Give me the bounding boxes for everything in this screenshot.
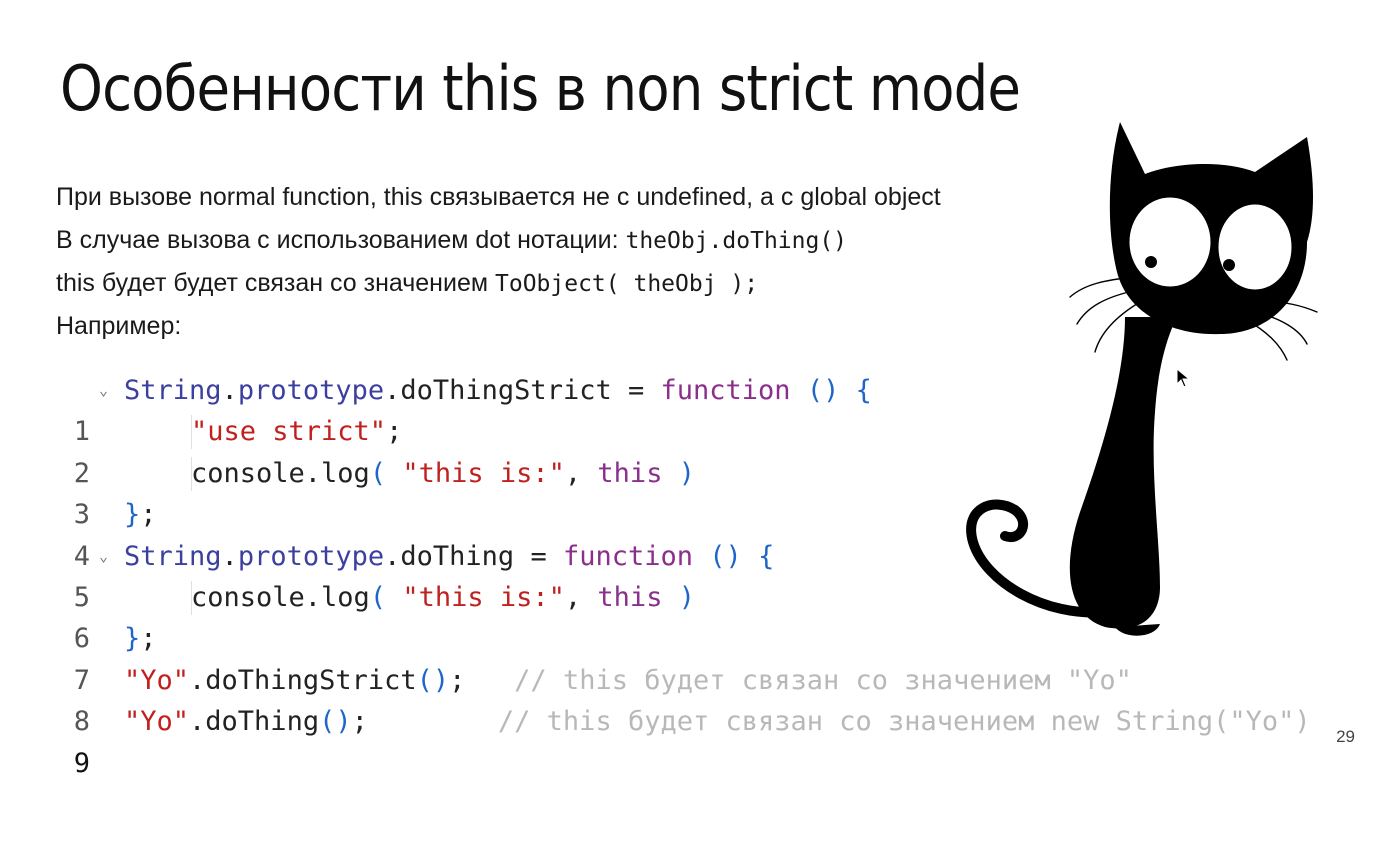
code-token: () xyxy=(806,375,840,406)
code-token: . xyxy=(384,375,401,406)
code-token: "Yo" xyxy=(124,664,190,696)
code-token: function xyxy=(562,540,694,572)
code-comment: // this будет связан со значением "Yo" xyxy=(514,664,1132,696)
code-token: , xyxy=(564,581,598,613)
code-token: this xyxy=(597,581,663,613)
code-token: { xyxy=(758,540,775,572)
code-token: "use strict" xyxy=(191,416,387,448)
page-number: 29 xyxy=(1336,727,1355,746)
line-number: 9 xyxy=(73,747,90,779)
code-line: 6 console.log( "this is:", this ) xyxy=(66,577,695,654)
code-text: String.prototype.doThing = function () { xyxy=(124,536,774,577)
explanation-text: При вызове normal function, this связыва… xyxy=(56,176,941,348)
code-token: () xyxy=(319,706,352,738)
code-token: String xyxy=(124,375,222,406)
code-line: 4 }; xyxy=(66,494,157,571)
text-line-4: Например: xyxy=(56,312,182,340)
code-line: 9 "Yo".doThing(); // this будет связан с… xyxy=(66,701,1311,778)
code-line: 8 "Yo".doThingStrict(); // this будет св… xyxy=(66,660,1132,737)
code-text: String.prototype.doThingStrict = functio… xyxy=(124,370,872,411)
code-line: 7 }; xyxy=(66,618,157,695)
code-token: prototype xyxy=(237,375,385,406)
code-token: ( xyxy=(369,457,387,489)
code-token: , xyxy=(564,457,598,489)
code-token: ) xyxy=(678,457,695,489)
code-token: () xyxy=(709,540,742,572)
code-text: console.log( "this is:", this ) xyxy=(191,577,695,618)
code-line: 2 "use strict"; xyxy=(66,411,402,489)
text-line-2: В случае вызова с использованием dot нот… xyxy=(56,219,941,262)
code-line: 5 ⌄ String.prototype.doThing = function … xyxy=(66,536,775,613)
text-line-2-prefix: В случае вызова с использованием dot нот… xyxy=(56,226,626,254)
code-token: function xyxy=(660,375,791,406)
code-token: } xyxy=(124,623,141,655)
text-line-3: this будет будет связан со значением ToO… xyxy=(56,262,941,305)
code-token: this xyxy=(597,457,663,489)
cat-illustration xyxy=(966,122,1318,636)
inline-code-toobject: ToObject( theObj ); xyxy=(495,271,759,297)
code-token: ; xyxy=(140,623,157,655)
code-editor: 1 ⌄ String.prototype.doThingStrict = fun… xyxy=(66,370,1311,779)
code-text: "Yo".doThingStrict(); // this будет связ… xyxy=(124,660,1132,701)
mouse-cursor-icon xyxy=(1176,368,1190,388)
code-text: console.log( "this is:", this ) xyxy=(191,453,695,494)
text-line-1: При вызове normal function, this связыва… xyxy=(56,183,941,211)
code-token: = xyxy=(611,375,661,406)
code-token: { xyxy=(855,375,872,406)
inline-code-dot-call: theObj.doThing() xyxy=(625,228,848,254)
code-token: "this is:" xyxy=(402,581,565,613)
fold-chevron-icon[interactable]: ⌄ xyxy=(99,370,108,411)
code-token: } xyxy=(124,499,141,531)
code-token: ( xyxy=(369,581,387,613)
code-comment: // this будет связан со значением new St… xyxy=(497,706,1311,738)
code-line: 3 console.log( "this is:", this ) xyxy=(66,453,695,530)
code-text: "Yo".doThing(); // this будет связан со … xyxy=(124,701,1311,742)
code-token: () xyxy=(416,664,450,696)
code-token: doThing xyxy=(400,540,515,572)
code-text: }; xyxy=(124,494,157,535)
code-token: ) xyxy=(678,581,695,613)
code-line: 1 ⌄ String.prototype.doThingStrict = fun… xyxy=(66,370,872,447)
code-token: "Yo" xyxy=(124,706,190,738)
code-text: }; xyxy=(124,618,157,659)
code-token: console.log xyxy=(191,457,370,489)
code-token: String xyxy=(124,540,222,572)
code-text: "use strict"; xyxy=(191,411,402,452)
code-token: ; xyxy=(351,706,368,738)
code-token: doThingStrict xyxy=(400,375,612,406)
code-token: .doThing xyxy=(189,706,320,738)
code-token: = xyxy=(514,540,563,572)
code-token: ; xyxy=(449,664,466,696)
code-token: "this is:" xyxy=(402,457,565,489)
code-token: . xyxy=(221,375,238,406)
fold-chevron-icon[interactable]: ⌄ xyxy=(99,536,108,577)
code-token: .doThingStrict xyxy=(189,664,417,696)
code-token: ; xyxy=(140,499,157,531)
code-token: prototype xyxy=(237,540,385,572)
code-token: . xyxy=(221,540,238,572)
code-token: ; xyxy=(386,416,403,448)
code-token: console.log xyxy=(191,581,370,613)
code-token: . xyxy=(384,540,401,572)
slide-title: Особенности this в non strict mode xyxy=(60,52,1021,125)
text-line-3-prefix: this будет будет связан со значением xyxy=(56,269,495,297)
